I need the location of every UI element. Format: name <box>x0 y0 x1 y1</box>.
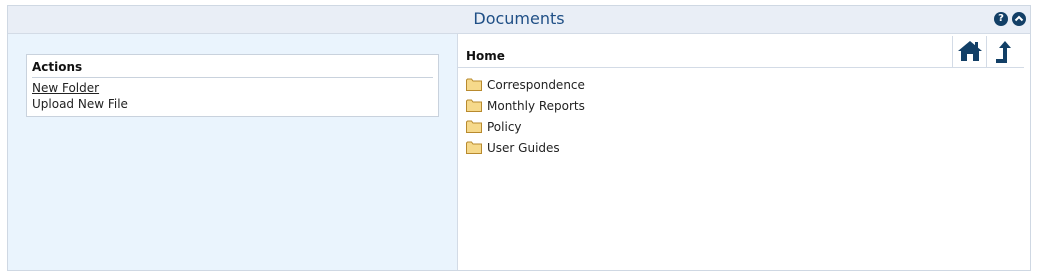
upload-new-file-link[interactable]: Upload New File <box>32 96 433 112</box>
right-pane: Home Correspondence Monthly Reports Poli… <box>458 34 1030 270</box>
folder-icon <box>466 99 482 112</box>
home-icon <box>957 41 982 61</box>
up-directory-icon <box>995 41 1011 63</box>
help-icon[interactable]: ? <box>994 12 1008 26</box>
folder-icon <box>466 120 482 133</box>
header-icons: ? <box>994 12 1026 26</box>
folder-label: User Guides <box>487 140 560 155</box>
folder-label: Policy <box>487 119 522 134</box>
folder-icon <box>466 141 482 154</box>
folder-label: Monthly Reports <box>487 98 585 113</box>
actions-box: Actions New Folder Upload New File <box>26 54 439 117</box>
up-directory-button[interactable] <box>986 36 1018 67</box>
left-pane: Actions New Folder Upload New File <box>8 34 458 270</box>
actions-title: Actions <box>32 59 433 78</box>
current-folder-title: Home <box>466 49 505 63</box>
folder-item[interactable]: User Guides <box>466 137 585 158</box>
folder-item[interactable]: Correspondence <box>466 74 585 95</box>
panel-title: Documents <box>473 9 565 28</box>
documents-panel: Documents ? Actions New Folder Upload Ne… <box>7 5 1031 271</box>
panel-header: Documents ? <box>8 6 1030 34</box>
folder-label: Correspondence <box>487 77 585 92</box>
folder-item[interactable]: Monthly Reports <box>466 95 585 116</box>
folder-browser-header: Home <box>458 34 1024 68</box>
folder-icon <box>466 78 482 91</box>
folder-list: Correspondence Monthly Reports Policy Us… <box>466 74 585 158</box>
home-button[interactable] <box>952 36 986 67</box>
collapse-icon[interactable] <box>1012 12 1026 26</box>
new-folder-link[interactable]: New Folder <box>32 80 433 96</box>
folder-item[interactable]: Policy <box>466 116 585 137</box>
